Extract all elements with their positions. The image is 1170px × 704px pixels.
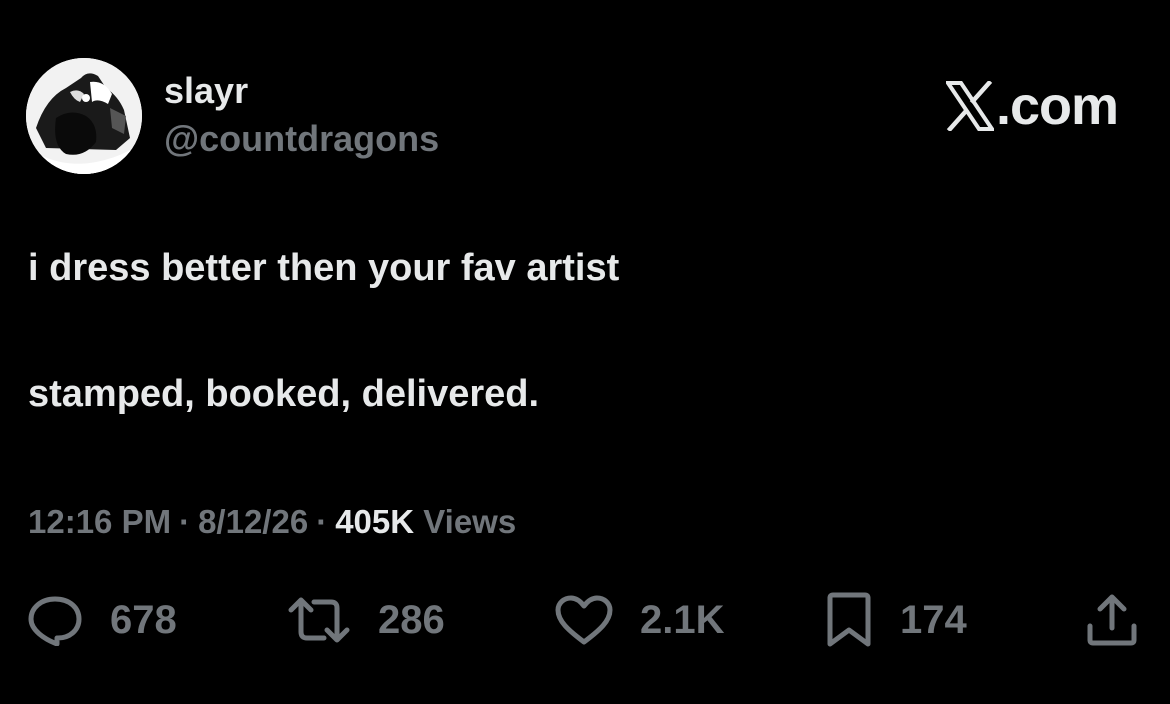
views-label: Views — [423, 503, 517, 540]
views-count: 405K — [335, 503, 415, 540]
avatar-image — [26, 58, 142, 174]
tweet-time[interactable]: 12:16 PM — [28, 503, 171, 540]
tweet-meta: 12:16 PM · 8/12/26 · 405K Views — [28, 500, 516, 544]
share-button[interactable] — [1084, 590, 1140, 650]
avatar[interactable] — [26, 58, 142, 174]
share-icon — [1087, 594, 1137, 646]
x-domain-text: .com — [995, 76, 1119, 136]
like-button[interactable]: 2.1K — [554, 590, 725, 650]
meta-separator: · — [179, 503, 191, 540]
user-handle[interactable]: @countdragons — [164, 117, 439, 161]
retweet-count: 286 — [378, 598, 445, 642]
bookmark-icon — [827, 592, 871, 647]
action-bar: 678 286 2.1K 174 — [26, 590, 1146, 650]
display-name[interactable]: slayr — [164, 69, 248, 113]
tweet-text-line: i dress better then your fav artist — [28, 247, 620, 289]
bookmark-count: 174 — [900, 598, 967, 642]
reply-bubble-icon — [28, 596, 82, 646]
heart-icon — [555, 595, 613, 645]
x-branding: .com — [945, 76, 1119, 136]
bookmark-button[interactable]: 174 — [824, 590, 967, 650]
retweet-button[interactable]: 286 — [286, 590, 445, 650]
tweet-date[interactable]: 8/12/26 — [198, 503, 308, 540]
meta-separator: · — [316, 503, 328, 540]
like-count: 2.1K — [640, 598, 725, 642]
x-logo-icon — [945, 81, 994, 131]
reply-button[interactable]: 678 — [26, 590, 177, 650]
retweet-icon — [288, 597, 350, 643]
tweet-text-line: stamped, booked, delivered. — [28, 373, 540, 415]
reply-count: 678 — [110, 598, 177, 642]
